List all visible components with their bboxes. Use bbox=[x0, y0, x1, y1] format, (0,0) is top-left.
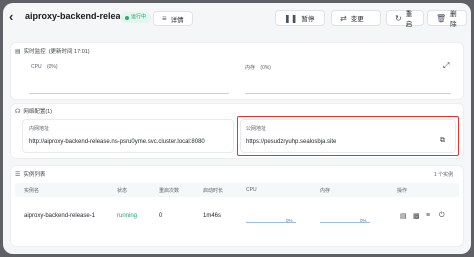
details-list-icon[interactable]: ≡ bbox=[426, 212, 430, 219]
memory-usage-value: 0% bbox=[360, 218, 367, 223]
cpu-chart-line bbox=[29, 93, 229, 94]
network-title: 网络配置(1) bbox=[23, 109, 53, 115]
instance-restarts: 0 bbox=[159, 213, 163, 219]
app-title: aiproxy-backend-release bbox=[25, 11, 131, 21]
instance-uptime: 1m46s bbox=[203, 213, 222, 219]
cpu-chart-title: CPU (0%) bbox=[31, 64, 58, 70]
restart-instance-icon[interactable]: ⏻ bbox=[439, 212, 445, 220]
list-icon: ≡ bbox=[162, 14, 167, 23]
trash-icon: 🗑 bbox=[436, 13, 447, 23]
page-header: ‹ aiproxy-backend-release 运行中 ≡ 详情 ❚❚ 暂停… bbox=[3, 3, 471, 33]
screen-frame: ‹ aiproxy-backend-release 运行中 ≡ 详情 ❚❚ 暂停… bbox=[0, 0, 474, 257]
expand-icon[interactable]: ⤢ bbox=[443, 61, 449, 71]
pause-button-label: 暂停 bbox=[301, 16, 315, 23]
instances-card: ☰ 实例列表 1 个实例 实例名 状态 重启次数 启动时长 CPU 内存 操作 … bbox=[10, 165, 464, 247]
list-icon: ☰ bbox=[15, 171, 21, 178]
delete-button-label: 删除 bbox=[450, 11, 457, 28]
cpu-chart-value: (0%) bbox=[46, 64, 58, 70]
instances-title: 实例列表 bbox=[23, 172, 46, 178]
details-button[interactable]: ≡ 详情 bbox=[153, 11, 193, 26]
restart-button-label: 重启 bbox=[405, 11, 413, 28]
col-actions: 操作 bbox=[397, 188, 408, 194]
details-button-label: 详情 bbox=[170, 16, 184, 24]
network-card: ☊ 网络配置(1) 内网地址 http://aiproxy-backend-re… bbox=[10, 103, 464, 159]
monitor-update-time: (更新时间 17:01) bbox=[48, 49, 90, 55]
swap-icon: ⇄ bbox=[340, 13, 347, 23]
restart-button[interactable]: ↻ 重启 bbox=[386, 10, 424, 28]
change-button-label: 变更 bbox=[350, 16, 364, 23]
monitor-icon: ▤ bbox=[15, 48, 21, 55]
instances-count: 1 个实例 bbox=[434, 172, 454, 178]
status-badge: 运行中 bbox=[120, 12, 152, 23]
network-icon: ☊ bbox=[15, 108, 21, 115]
memory-chart-line bbox=[245, 93, 451, 94]
internal-address-box: 内网地址 http://aiproxy-backend-release.ns-p… bbox=[22, 119, 234, 153]
instance-name: aiproxy-backend-release-1 bbox=[24, 213, 96, 219]
instance-status: running bbox=[117, 213, 138, 219]
table-header-row bbox=[15, 183, 459, 197]
change-button[interactable]: ⇄ 变更 bbox=[331, 10, 381, 26]
delete-button[interactable]: 🗑 删除 bbox=[427, 10, 467, 28]
internal-address-value[interactable]: http://aiproxy-backend-release.ns-psru0y… bbox=[29, 139, 205, 145]
instances-header: ☰ 实例列表 bbox=[15, 170, 46, 179]
status-dot-icon bbox=[125, 15, 129, 20]
memory-chart-value: (0%) bbox=[260, 65, 271, 71]
pause-icon: ❚❚ bbox=[284, 13, 298, 23]
col-memory: 内存 bbox=[320, 188, 331, 194]
back-arrow-icon[interactable]: ‹ bbox=[9, 10, 21, 23]
col-status: 状态 bbox=[117, 188, 128, 194]
highlight-box bbox=[237, 116, 459, 156]
network-header: ☊ 网络配置(1) bbox=[15, 107, 53, 116]
cpu-chart-label: CPU bbox=[31, 64, 42, 70]
col-uptime: 启动时长 bbox=[203, 188, 224, 194]
monitor-card: ▤ 实时监控 (更新时间 17:01) CPU (0%) 内存 (0%) ⤢ bbox=[10, 42, 464, 100]
internal-address-label: 内网地址 bbox=[29, 126, 50, 132]
memory-chart-title: 内存 (0%) bbox=[245, 64, 271, 71]
terminal-icon[interactable]: ▩ bbox=[413, 212, 420, 220]
cpu-usage-value: 0% bbox=[286, 218, 293, 223]
col-instance-name: 实例名 bbox=[24, 188, 40, 194]
memory-chart-label: 内存 bbox=[245, 65, 256, 71]
status-label: 运行中 bbox=[131, 14, 147, 20]
app-page: ‹ aiproxy-backend-release 运行中 ≡ 详情 ❚❚ 暂停… bbox=[3, 3, 471, 254]
restart-icon: ↻ bbox=[395, 13, 402, 23]
logs-icon[interactable]: ▤ bbox=[400, 212, 407, 220]
monitor-title: 实时监控 bbox=[23, 49, 46, 55]
col-restarts: 重启次数 bbox=[159, 188, 180, 194]
pause-button[interactable]: ❚❚ 暂停 bbox=[275, 10, 325, 26]
monitor-header: ▤ 实时监控 (更新时间 17:01) bbox=[15, 47, 90, 56]
col-cpu: CPU bbox=[246, 187, 257, 193]
